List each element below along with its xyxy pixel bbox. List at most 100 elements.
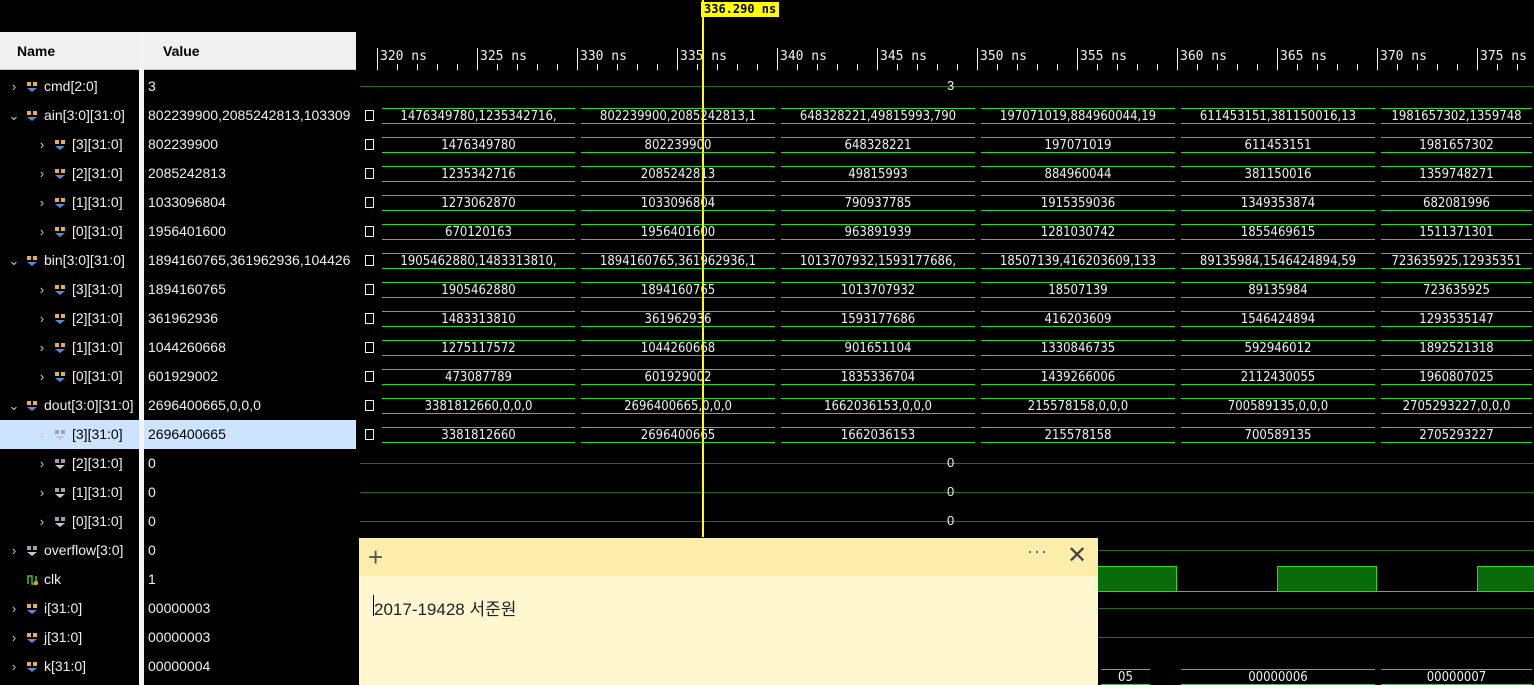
bus-value-segment[interactable]: 2696400665 — [581, 427, 775, 443]
waveform-row[interactable]: 0 — [360, 507, 1534, 536]
bus-value-segment[interactable]: 1349353874 — [1181, 195, 1375, 211]
waveform-row[interactable]: 1905462880,1483313810, 1894160765,3619629… — [360, 246, 1534, 275]
expand-chevron-icon[interactable]: › — [36, 333, 48, 362]
bus-value-segment[interactable]: 1439266006 — [981, 369, 1175, 385]
note-text[interactable]: 2017-19428 서준원 — [374, 595, 516, 620]
name-column-header[interactable]: Name — [0, 32, 139, 70]
signal-row[interactable]: › overflow[3:0] 0 — [0, 536, 356, 565]
signal-name-cell[interactable]: › [1][31:0] — [0, 478, 139, 507]
collapse-chevron-icon[interactable]: ⌄ — [8, 391, 20, 420]
signal-name-cell[interactable]: › [3][31:0] — [0, 130, 139, 159]
signal-row[interactable]: › [1][31:0] 0 — [0, 478, 356, 507]
bus-value-segment[interactable]: 416203609 — [981, 311, 1175, 327]
waveform-row[interactable]: 1476349780,1235342716, 802239900,20852428… — [360, 101, 1534, 130]
bus-value-segment[interactable]: 197071019 — [981, 137, 1175, 153]
bus-value-segment[interactable]: 1593177686 — [781, 311, 975, 327]
signal-row[interactable]: clk 1 — [0, 565, 356, 594]
bus-value-segment[interactable]: 89135984 — [1181, 282, 1375, 298]
expand-chevron-icon[interactable]: › — [8, 652, 20, 681]
bus-value-segment[interactable]: 1855469615 — [1181, 224, 1375, 240]
waveform-row[interactable]: 3381812660,0,0,0 2696400665,0,0,0 16620361… — [360, 391, 1534, 420]
signal-row[interactable]: › j[31:0] 00000003 — [0, 623, 356, 652]
bus-value-segment[interactable]: 700589135 — [1181, 427, 1375, 443]
signal-row[interactable]: › [3][31:0] 2696400665 — [0, 420, 356, 449]
signal-row[interactable]: › [0][31:0] 1956401600 — [0, 217, 356, 246]
bus-value-segment[interactable]: 963891939 — [781, 224, 975, 240]
signal-row[interactable]: › [0][31:0] 601929002 — [0, 362, 356, 391]
bus-value-segment[interactable]: 723635925,12935351 — [1381, 253, 1532, 269]
bus-value-segment[interactable]: 884960044 — [981, 166, 1175, 182]
signal-name-cell[interactable]: › cmd[2:0] — [0, 72, 139, 101]
signal-row[interactable]: › [1][31:0] 1044260668 — [0, 333, 356, 362]
expand-chevron-icon[interactable]: › — [36, 130, 48, 159]
bus-value-segment[interactable]: 1905462880 — [382, 282, 575, 298]
bus-value-segment[interactable]: 49815993 — [781, 166, 975, 182]
bus-value-segment[interactable]: 1013707932 — [781, 282, 975, 298]
signal-name-cell[interactable]: › i[31:0] — [0, 594, 139, 623]
new-note-icon[interactable]: + — [368, 542, 383, 572]
signal-name-cell[interactable]: › [3][31:0] — [0, 420, 139, 449]
signal-row[interactable]: ⌄ ain[3:0][31:0] 802239900,2085242813,1033… — [0, 101, 356, 130]
bus-value-segment[interactable]: 215578158,0,0,0 — [981, 398, 1175, 414]
signal-row[interactable]: › i[31:0] 00000003 — [0, 594, 356, 623]
bus-value-segment[interactable]: 1281030742 — [981, 224, 1175, 240]
collapse-chevron-icon[interactable]: ⌄ — [8, 246, 20, 275]
bus-value-segment[interactable]: 611453151 — [1181, 137, 1375, 153]
expand-chevron-icon[interactable]: › — [8, 536, 20, 565]
bus-value-segment[interactable]: 700589135,0,0,0 — [1181, 398, 1375, 414]
signal-name-cell[interactable]: › [2][31:0] — [0, 449, 139, 478]
signal-name-cell[interactable]: ⌄ ain[3:0][31:0] — [0, 101, 139, 130]
expand-chevron-icon[interactable]: › — [8, 594, 20, 623]
bus-value-segment[interactable]: 89135984,1546424894,59 — [1181, 253, 1375, 269]
bus-value-segment[interactable]: 18507139 — [981, 282, 1175, 298]
bus-value-segment[interactable]: 473087789 — [382, 369, 575, 385]
waveform-row[interactable]: 473087789 601929002 1835336704 1439266006 21… — [360, 362, 1534, 391]
bus-value-segment[interactable]: 1835336704 — [781, 369, 975, 385]
signal-row[interactable]: ⌄ dout[3:0][31:0] 2696400665,0,0,0 — [0, 391, 356, 420]
bus-value-segment[interactable]: 1960807025 — [1381, 369, 1532, 385]
signal-name-cell[interactable]: › [1][31:0] — [0, 188, 139, 217]
bus-value-segment[interactable]: 1981657302,1359748 — [1381, 108, 1532, 124]
expand-chevron-icon[interactable]: › — [36, 507, 48, 536]
expand-chevron-icon[interactable]: › — [36, 420, 48, 449]
bus-value-segment[interactable]: 723635925 — [1381, 282, 1532, 298]
signal-name-cell[interactable]: ⌄ dout[3:0][31:0] — [0, 391, 139, 420]
bus-value-segment[interactable]: 611453151,381150016,13 — [1181, 108, 1375, 124]
bus-value-segment[interactable]: 1483313810 — [382, 311, 575, 327]
bus-value-segment[interactable]: 1330846735 — [981, 340, 1175, 356]
waveform-row[interactable]: 1273062870 1033096804 790937785 1915359036 1… — [360, 188, 1534, 217]
signal-name-cell[interactable]: › [0][31:0] — [0, 217, 139, 246]
bus-value-segment[interactable]: 601929002 — [581, 369, 775, 385]
signal-name-cell[interactable]: › [0][31:0] — [0, 362, 139, 391]
bus-value-segment[interactable]: 2705293227 — [1381, 427, 1532, 443]
bus-value-segment[interactable]: 2085242813 — [581, 166, 775, 182]
signal-name-cell[interactable]: clk — [0, 565, 139, 594]
signal-row[interactable]: › k[31:0] 00000004 — [0, 652, 356, 681]
bus-value-segment[interactable]: 3381812660 — [382, 427, 575, 443]
signal-row[interactable]: › [3][31:0] 1894160765 — [0, 275, 356, 304]
bus-value-segment[interactable]: 2112430055 — [1181, 369, 1375, 385]
expand-chevron-icon[interactable]: › — [8, 72, 20, 101]
bus-value-segment[interactable]: 1273062870 — [382, 195, 575, 211]
expand-chevron-icon[interactable]: › — [36, 449, 48, 478]
bus-value-segment[interactable]: 1511371301 — [1381, 224, 1532, 240]
expand-chevron-icon[interactable]: › — [36, 217, 48, 246]
bus-value-segment[interactable]: 1662036153 — [781, 427, 975, 443]
bus-value-segment[interactable]: 1476349780 — [382, 137, 575, 153]
bus-value-segment[interactable]: 18507139,416203609,133 — [981, 253, 1175, 269]
bus-value-segment[interactable]: 1662036153,0,0,0 — [781, 398, 975, 414]
waveform-row[interactable]: 1235342716 2085242813 49815993 884960044 381… — [360, 159, 1534, 188]
close-icon[interactable]: ✕ — [1067, 543, 1087, 569]
bus-value-segment[interactable]: 00000006 — [1181, 669, 1375, 685]
bus-value-segment[interactable]: 3381812660,0,0,0 — [382, 398, 575, 414]
expand-chevron-icon[interactable]: › — [36, 275, 48, 304]
bus-value-segment[interactable]: 802239900 — [581, 137, 775, 153]
signal-row[interactable]: › [3][31:0] 802239900 — [0, 130, 356, 159]
waveform-row[interactable]: 1476349780 802239900 648328221 197071019 611… — [360, 130, 1534, 159]
waveform-row[interactable]: 3 — [360, 72, 1534, 101]
bus-value-segment[interactable]: 1033096804 — [581, 195, 775, 211]
bus-value-segment[interactable]: 592946012 — [1181, 340, 1375, 356]
signal-name-cell[interactable]: › [3][31:0] — [0, 275, 139, 304]
expand-chevron-icon[interactable]: › — [36, 188, 48, 217]
bus-value-segment[interactable]: 1981657302 — [1381, 137, 1532, 153]
